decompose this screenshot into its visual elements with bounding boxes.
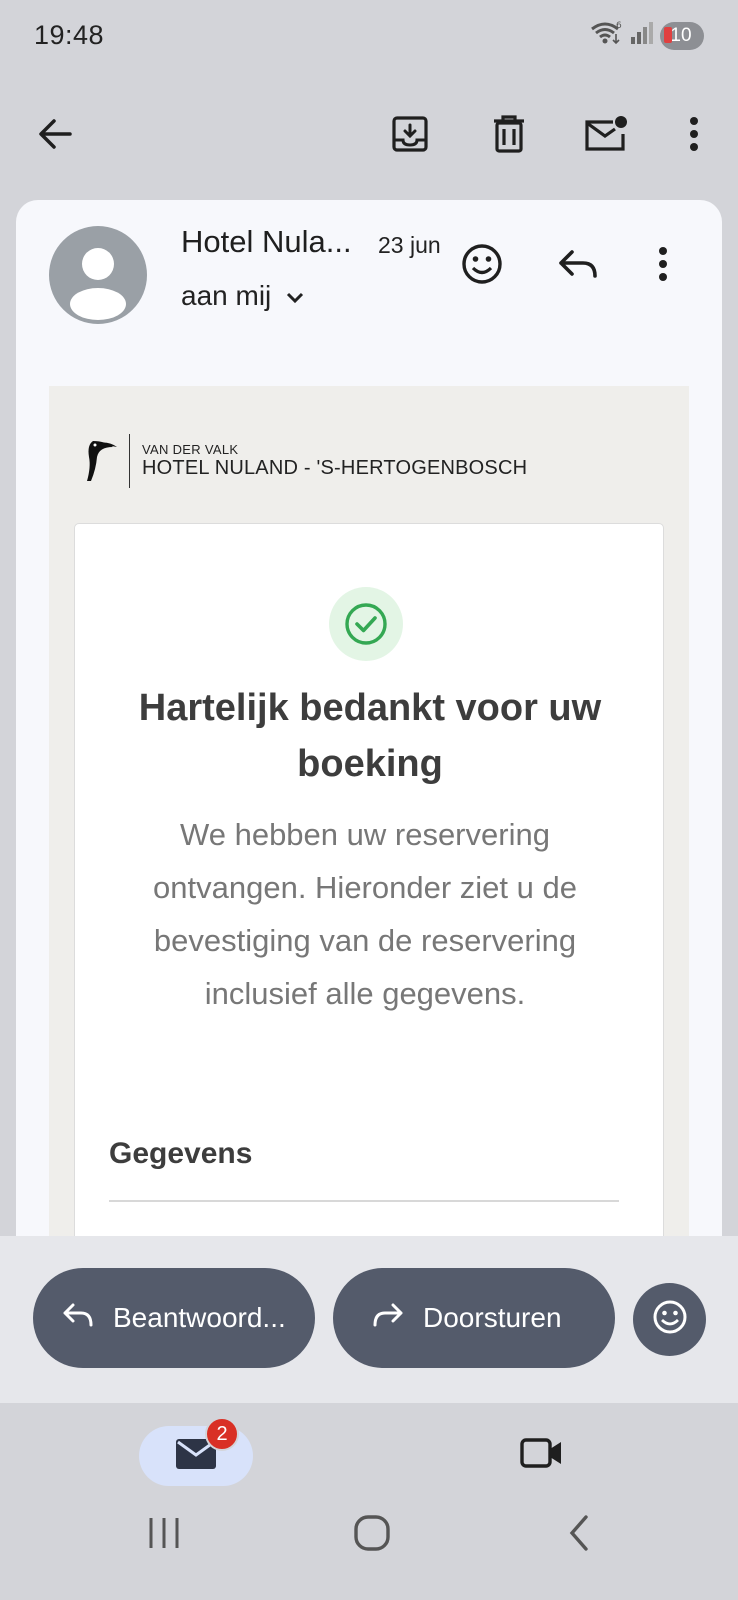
forward-button[interactable]: Doorsturen: [333, 1268, 615, 1368]
recipient-label: aan mij: [181, 280, 272, 311]
archive-icon[interactable]: [382, 106, 438, 162]
status-time: 19:48: [34, 20, 105, 50]
reply-label: Beantwoord...: [113, 1302, 286, 1333]
check-circle-icon: [329, 587, 403, 661]
more-vert-icon[interactable]: [666, 106, 722, 162]
video-call-icon: [520, 1436, 564, 1475]
logo-hotel-name: HOTEL NULAND - 'S-HERTOGENBOSCH: [142, 457, 528, 479]
status-bar: 19:48 6 10: [0, 0, 738, 74]
mark-unread-icon[interactable]: [578, 106, 634, 162]
reply-icon[interactable]: [550, 236, 606, 292]
message-card: Hotel Nula... 23 jun aan mij VAN DER VAL…: [16, 200, 722, 1236]
confirmation-text: We hebben uw reservering ontvangen. Hier…: [153, 817, 577, 1011]
add-reaction-icon[interactable]: [454, 236, 510, 292]
unread-badge: 2: [205, 1417, 239, 1451]
reply-icon: [61, 1300, 95, 1337]
toucan-logo-icon: [83, 435, 119, 488]
avatar[interactable]: [49, 226, 147, 324]
logo-divider: [129, 434, 130, 488]
logo-brand: VAN DER VALK: [142, 442, 239, 457]
delete-icon[interactable]: [481, 106, 537, 162]
action-bar: Beantwoord... Doorsturen: [0, 1236, 738, 1403]
forward-label: Doorsturen: [423, 1302, 562, 1333]
signal-icon: [630, 21, 654, 50]
video-call-tab[interactable]: [512, 1427, 572, 1483]
wifi-6-icon: 6: [590, 20, 624, 51]
home-icon[interactable]: [342, 1503, 402, 1563]
back-nav-icon[interactable]: [549, 1503, 609, 1563]
recipient-toggle[interactable]: aan mij: [181, 280, 305, 312]
recent-apps-icon[interactable]: [134, 1503, 194, 1563]
add-reaction-button[interactable]: [633, 1283, 706, 1356]
top-app-bar: [0, 88, 738, 184]
section-title: Gegevens: [109, 1137, 253, 1170]
email-body: VAN DER VALK HOTEL NULAND - 'S-HERTOGENB…: [49, 386, 689, 1236]
section-divider: [109, 1200, 619, 1202]
hotel-logo[interactable]: VAN DER VALK HOTEL NULAND - 'S-HERTOGENB…: [83, 434, 527, 488]
message-date: 23 jun: [378, 232, 441, 258]
forward-icon: [371, 1300, 405, 1337]
more-vert-icon[interactable]: [635, 236, 691, 292]
bottom-nav: 2: [0, 1403, 738, 1600]
system-nav-bar: [0, 1493, 738, 1573]
back-arrow-icon[interactable]: [27, 106, 83, 162]
confirmation-card: Hartelijk bedankt voor uw boeking We heb…: [74, 523, 664, 1236]
chevron-down-icon: [285, 280, 305, 312]
confirmation-headline: Hartelijk bedankt voor uw boeking: [138, 687, 602, 785]
sender-name[interactable]: Hotel Nula...: [181, 224, 352, 260]
status-icons: 6 10: [590, 20, 704, 51]
battery-icon: 10: [660, 21, 704, 50]
emoji-icon: [651, 1298, 689, 1341]
reply-button[interactable]: Beantwoord...: [33, 1268, 315, 1368]
svg-text:6: 6: [616, 21, 622, 31]
